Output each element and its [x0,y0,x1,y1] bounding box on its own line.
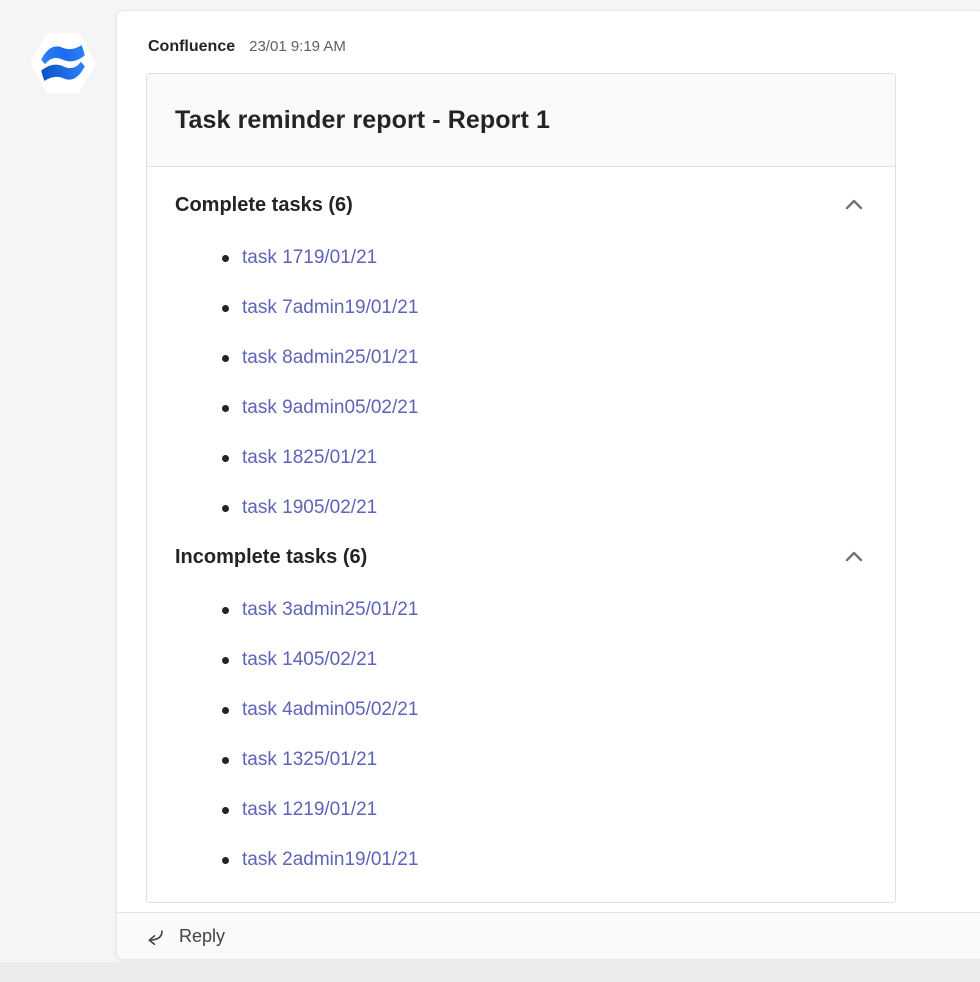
task-link[interactable]: task 1825/01/21 [242,447,377,469]
chevron-up-icon [843,546,865,568]
task-item: task 3admin25/01/21 [175,585,867,635]
reply-bar[interactable]: Reply [117,912,980,959]
task-item: task 1325/01/21 [175,735,867,785]
task-item: task 1219/01/21 [175,785,867,835]
task-item: task 1905/02/21 [175,483,867,533]
card-title: Task reminder report - Report 1 [175,106,550,135]
task-link[interactable]: task 3admin25/01/21 [242,599,418,621]
message-header: Confluence 23/01 9:19 AM [148,37,980,57]
chevron-up-icon [843,194,865,216]
confluence-logo-icon [31,31,95,95]
reply-label: Reply [179,926,225,947]
task-link[interactable]: task 1219/01/21 [242,799,377,821]
collapse-complete-button[interactable] [841,192,867,218]
task-link[interactable]: task 4admin05/02/21 [242,699,418,721]
task-item: task 1405/02/21 [175,635,867,685]
message-timestamp: 23/01 9:19 AM [249,37,346,57]
reply-arrow-icon [144,925,166,947]
task-item: task 1825/01/21 [175,433,867,483]
task-link[interactable]: task 1905/02/21 [242,497,377,519]
task-link[interactable]: task 1405/02/21 [242,649,377,671]
task-link[interactable]: task 8admin25/01/21 [242,347,418,369]
card-title-band: Task reminder report - Report 1 [147,74,895,167]
task-link[interactable]: task 2admin19/01/21 [242,849,418,871]
task-item: task 8admin25/01/21 [175,333,867,383]
section-incomplete-tasks: Incomplete tasks (6) [175,533,867,581]
task-item: task 9admin05/02/21 [175,383,867,433]
card-content: Complete tasks (6) task 1719/01/21 task … [147,167,895,902]
teams-message: Confluence 23/01 9:19 AM Task reminder r… [116,10,980,960]
section-header-incomplete: Incomplete tasks (6) [175,546,367,569]
task-link[interactable]: task 9admin05/02/21 [242,397,418,419]
sender-name: Confluence [148,37,235,57]
confluence-avatar[interactable] [31,31,95,95]
task-item: task 4admin05/02/21 [175,685,867,735]
incomplete-task-list: task 3admin25/01/21 task 1405/02/21 task… [175,585,867,885]
task-link[interactable]: task 1325/01/21 [242,749,377,771]
task-item: task 1719/01/21 [175,233,867,283]
task-link[interactable]: task 7admin19/01/21 [242,297,418,319]
task-link[interactable]: task 1719/01/21 [242,247,377,269]
adaptive-card: Task reminder report - Report 1 Complete… [146,73,896,903]
task-item: task 2admin19/01/21 [175,835,867,885]
complete-task-list: task 1719/01/21 task 7admin19/01/21 task… [175,233,867,533]
section-complete-tasks: Complete tasks (6) [175,181,867,229]
collapse-incomplete-button[interactable] [841,544,867,570]
task-item: task 7admin19/01/21 [175,283,867,333]
page-background-strip [0,962,980,982]
section-header-complete: Complete tasks (6) [175,194,353,217]
